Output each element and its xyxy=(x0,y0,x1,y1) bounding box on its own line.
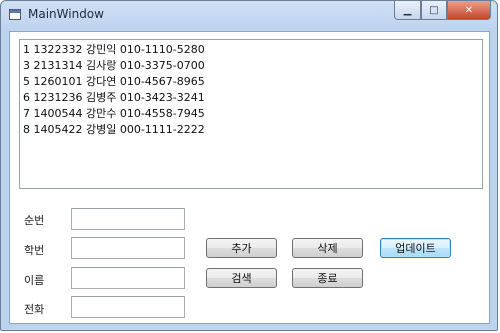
search-button-label: 검색 xyxy=(231,272,252,285)
list-item[interactable]: 3 2131314 김사랑 010-3375-0700 xyxy=(20,58,205,74)
update-button-label: 업데이트 xyxy=(395,242,436,255)
update-button[interactable]: 업데이트 xyxy=(380,238,451,258)
phone-label: 전화 xyxy=(24,303,45,316)
add-button[interactable]: 추가 xyxy=(206,238,277,258)
delete-button-label: 삭제 xyxy=(317,242,338,255)
list-item[interactable]: 1 1322332 강민익 010-1110-5280 xyxy=(20,42,205,58)
exit-button[interactable]: 종료 xyxy=(292,268,363,288)
student-id-label: 학번 xyxy=(24,244,45,257)
student-listbox[interactable]: 1 1322332 강민익 010-1110-5280 3 2131314 김사… xyxy=(19,39,483,189)
close-icon: ✕ xyxy=(464,4,474,16)
close-button[interactable]: ✕ xyxy=(447,1,491,20)
list-item[interactable]: 6 1231236 김병주 010-3423-3241 xyxy=(20,90,205,106)
window-icon[interactable] xyxy=(9,9,21,20)
add-button-label: 추가 xyxy=(231,242,252,255)
maximize-button[interactable]: □ xyxy=(421,1,447,20)
list-items: 1 1322332 강민익 010-1110-5280 3 2131314 김사… xyxy=(20,42,205,138)
delete-button[interactable]: 삭제 xyxy=(292,238,363,258)
list-item[interactable]: 8 1405422 강병일 000-1111-2222 xyxy=(20,122,205,138)
maximize-icon: □ xyxy=(429,4,439,16)
exit-button-label: 종료 xyxy=(317,272,338,285)
client-area: 1 1322332 강민익 010-1110-5280 3 2131314 김사… xyxy=(9,31,490,324)
minimize-button[interactable]: ▁ xyxy=(394,1,421,20)
minimize-icon: ▁ xyxy=(403,4,412,16)
number-label: 순번 xyxy=(24,214,45,227)
main-window: MainWindow ▁ □ ✕ 1 1322332 강민익 010-1110-… xyxy=(0,0,498,331)
number-input[interactable] xyxy=(71,208,185,230)
search-button[interactable]: 검색 xyxy=(206,268,277,288)
window-title: MainWindow xyxy=(28,7,104,21)
phone-input[interactable] xyxy=(71,296,185,318)
list-item[interactable]: 5 1260101 강다연 010-4567-8965 xyxy=(20,74,205,90)
name-input[interactable] xyxy=(71,267,185,289)
list-item[interactable]: 7 1400544 강만수 010-4558-7945 xyxy=(20,106,205,122)
name-label: 이름 xyxy=(24,274,45,287)
title-bar[interactable]: MainWindow ▁ □ ✕ xyxy=(1,1,497,31)
student-id-input[interactable] xyxy=(71,237,185,259)
